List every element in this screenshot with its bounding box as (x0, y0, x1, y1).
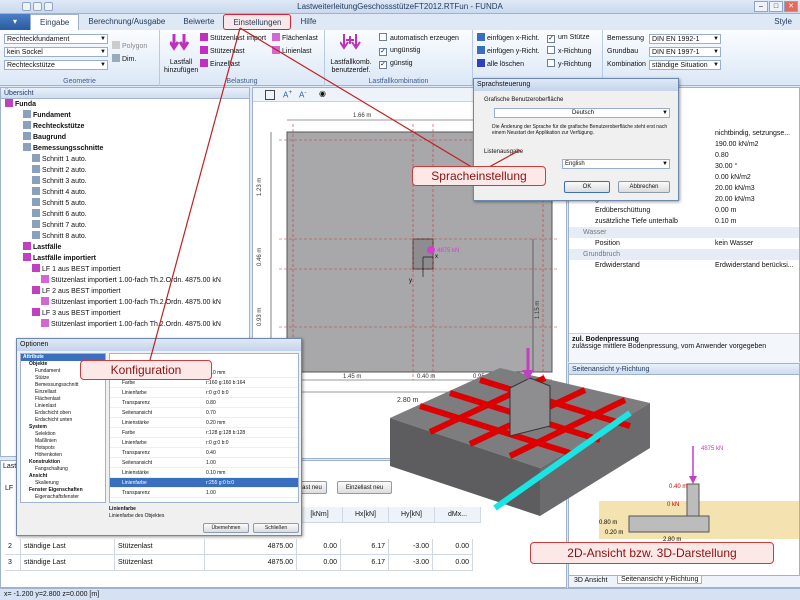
callout-lines (149, 27, 521, 361)
status-bar: x= -1.200 y=2.800 z=0.000 [m] (0, 588, 800, 600)
callout-ansicht: 2D-Ansicht bzw. 3D-Darstellung (530, 542, 774, 564)
callout-spracheinstellung: Spracheinstellung (412, 166, 546, 186)
callout-konfiguration: Konfiguration (80, 360, 212, 380)
